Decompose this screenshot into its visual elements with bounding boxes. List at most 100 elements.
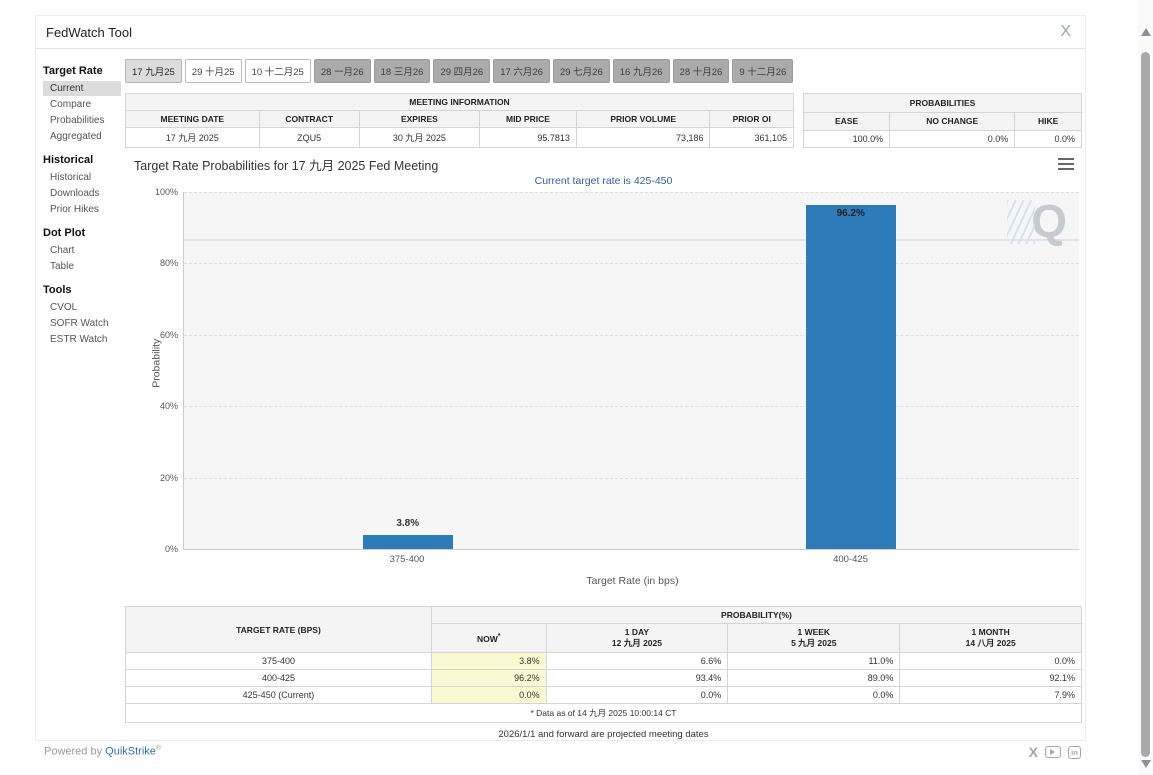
page-title: FedWatch Tool <box>46 25 132 40</box>
sidebar-item-aggregated[interactable]: Aggregated <box>43 129 121 144</box>
sidebar-item-chart[interactable]: Chart <box>43 243 121 258</box>
col-hike: HIKE <box>1015 112 1082 131</box>
col-no-change: NO CHANGE <box>890 112 1015 131</box>
week-value: 89.0% <box>728 670 900 687</box>
sidebar-heading-dot-plot: Dot Plot <box>43 227 125 239</box>
col-ease: EASE <box>804 112 890 131</box>
now-value: 3.8% <box>431 653 546 670</box>
sidebar-heading-historical: Historical <box>43 154 125 166</box>
col-target-rate: TARGET RATE (BPS) <box>126 607 432 653</box>
data-as-of-footnote: * Data as of 14 九月 2025 10:00:14 CT <box>126 704 1082 723</box>
close-icon[interactable]: X <box>1056 23 1075 41</box>
linkedin-icon[interactable]: in <box>1068 746 1081 759</box>
bar-label: 96.2% <box>806 208 896 219</box>
tab-meeting-8[interactable]: 16 九月26 <box>613 59 670 83</box>
col-prior-volume: PRIOR VOLUME <box>576 111 710 128</box>
tab-meeting-1[interactable]: 29 十月25 <box>185 59 242 83</box>
hike-value: 0.0% <box>1015 131 1082 148</box>
mid-price-value: 95.7813 <box>480 128 577 148</box>
now-value: 96.2% <box>431 670 546 687</box>
col-1-day: 1 DAY12 九月 2025 <box>546 624 728 653</box>
fedwatch-modal: FedWatch Tool X Target Rate Current Comp… <box>35 15 1086 741</box>
col-1-week: 1 WEEK5 九月 2025 <box>728 624 900 653</box>
tab-meeting-5[interactable]: 29 四月26 <box>433 59 490 83</box>
sidebar-item-current[interactable]: Current <box>43 81 121 96</box>
prior-volume-value: 73,186 <box>576 128 710 148</box>
tab-meeting-4[interactable]: 18 三月26 <box>374 59 431 83</box>
day-value: 6.6% <box>546 653 728 670</box>
table-row: 100.0% 0.0% 0.0% <box>804 131 1082 148</box>
tab-meeting-6[interactable]: 17 六月26 <box>493 59 550 83</box>
chart-menu-icon[interactable] <box>1058 155 1074 173</box>
tab-meeting-7[interactable]: 29 七月26 <box>553 59 610 83</box>
bar-375-400[interactable]: 3.8% <box>363 535 453 549</box>
quikstrike-link[interactable]: QuikStrike <box>105 746 156 758</box>
y-tick-100: 100% <box>148 187 178 197</box>
expires-value: 30 九月 2025 <box>359 128 479 148</box>
x-axis-title: Target Rate (in bps) <box>183 575 1082 587</box>
day-value: 93.4% <box>546 670 728 687</box>
meeting-information-table: MEETING INFORMATION MEETING DATE CONTRAC… <box>125 93 794 148</box>
meeting-date-tabs: 17 九月25 29 十月25 10 十二月25 28 一月26 18 三月26… <box>125 59 1082 83</box>
sidebar: Target Rate Current Compare Probabilitie… <box>36 49 125 740</box>
sidebar-item-downloads[interactable]: Downloads <box>43 186 121 201</box>
rate-range: 375-400 <box>126 653 432 670</box>
sidebar-item-compare[interactable]: Compare <box>43 97 121 112</box>
probabilities-summary-table: PROBABILITIES EASE NO CHANGE HIKE 100.0%… <box>803 93 1082 148</box>
probability-chart: Target Rate Probabilities for 17 九月 2025… <box>125 153 1082 599</box>
table-row: 375-400 3.8% 6.6% 11.0% 0.0% <box>126 653 1082 670</box>
bar-400-425[interactable]: 96.2% <box>806 205 896 549</box>
tab-meeting-10[interactable]: 9 十二月26 <box>732 59 793 83</box>
bar-label: 3.8% <box>363 518 453 529</box>
projected-dates-note: 2026/1/1 and forward are projected meeti… <box>125 729 1082 740</box>
chart-plotline <box>184 239 1079 241</box>
chart-subtitle: Current target rate is 425-450 <box>125 175 1082 192</box>
ease-value: 100.0% <box>804 131 890 148</box>
y-tick-0: 0% <box>148 544 178 554</box>
tab-meeting-0[interactable]: 17 九月25 <box>125 59 182 83</box>
col-meeting-date: MEETING DATE <box>126 111 260 128</box>
col-prior-oi: PRIOR OI <box>710 111 794 128</box>
scroll-up-icon[interactable] <box>1141 28 1151 36</box>
social-links: X in <box>1029 744 1081 760</box>
tab-meeting-9[interactable]: 28 十月26 <box>673 59 730 83</box>
sidebar-item-cvol[interactable]: CVOL <box>43 300 121 315</box>
x-twitter-icon[interactable]: X <box>1029 744 1038 760</box>
week-value: 0.0% <box>728 687 900 704</box>
probability-group-header: PROBABILITY(%) <box>431 607 1081 624</box>
tab-meeting-3[interactable]: 28 一月26 <box>314 59 371 83</box>
col-now: NOW* <box>431 624 546 653</box>
tab-meeting-2[interactable]: 10 十二月25 <box>245 59 311 83</box>
x-category-375-400: 375-400 <box>337 554 477 565</box>
sidebar-item-estr-watch[interactable]: ESTR Watch <box>43 332 121 347</box>
sidebar-item-historical[interactable]: Historical <box>43 170 121 185</box>
sidebar-item-prior-hikes[interactable]: Prior Hikes <box>43 202 121 217</box>
probabilities-title: PROBABILITIES <box>804 94 1082 113</box>
no-change-value: 0.0% <box>890 131 1015 148</box>
sidebar-item-probabilities[interactable]: Probabilities <box>43 113 121 128</box>
table-row: 400-425 96.2% 93.4% 89.0% 92.1% <box>126 670 1082 687</box>
rate-range: 425-450 (Current) <box>126 687 432 704</box>
sidebar-heading-target-rate: Target Rate <box>43 65 125 77</box>
scroll-down-icon[interactable] <box>1141 760 1151 768</box>
sidebar-item-sofr-watch[interactable]: SOFR Watch <box>43 316 121 331</box>
y-tick-40: 40% <box>148 401 178 411</box>
now-value: 0.0% <box>431 687 546 704</box>
contract-value: ZQU5 <box>259 128 359 148</box>
prior-oi-value: 361,105 <box>710 128 794 148</box>
sidebar-item-table[interactable]: Table <box>43 259 121 274</box>
col-1-month: 1 MONTH14 八月 2025 <box>900 624 1082 653</box>
x-category-400-425: 400-425 <box>781 554 921 565</box>
chart-title: Target Rate Probabilities for 17 九月 2025… <box>134 155 438 174</box>
month-value: 7.9% <box>900 687 1082 704</box>
youtube-icon[interactable] <box>1045 746 1061 758</box>
modal-header: FedWatch Tool X <box>36 16 1085 49</box>
scrollbar-thumb[interactable] <box>1141 52 1150 757</box>
day-value: 0.0% <box>546 687 728 704</box>
powered-by: Powered by QuikStrike® <box>44 745 161 758</box>
probability-history-table: TARGET RATE (BPS) PROBABILITY(%) NOW* 1 … <box>125 606 1082 723</box>
meeting-date-value: 17 九月 2025 <box>126 128 260 148</box>
vertical-scrollbar[interactable] <box>1138 0 1153 775</box>
now-asterisk: * <box>498 632 501 640</box>
month-value: 92.1% <box>900 670 1082 687</box>
